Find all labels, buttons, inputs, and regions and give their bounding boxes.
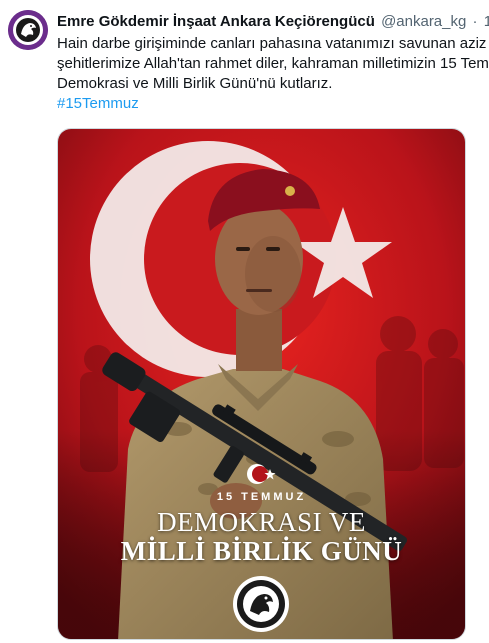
tweet[interactable]: Emre Gökdemir İnşaat Ankara Keçiörengücü… <box>0 0 489 643</box>
poster-title-line2: MİLLİ BİRLİK GÜNÜ <box>120 536 403 566</box>
tweet-media-image[interactable]: 15 TEMMUZ DEMOKRASI VE MİLLİ BİRLİK GÜNÜ <box>57 128 466 640</box>
poster-date: 15 TEMMUZ <box>216 491 307 503</box>
poster-club-logo <box>232 575 290 633</box>
club-logo-icon <box>233 576 289 632</box>
club-logo-icon <box>8 10 48 50</box>
poster-title-line1: DEMOKRASI VE <box>157 507 366 537</box>
hashtag-link[interactable]: #15Temmuz <box>57 94 489 114</box>
tweet-text-line: Demokrasi ve Milli Birlik Günü'nü kutlar… <box>57 75 333 92</box>
tweet-content: Emre Gökdemir İnşaat Ankara Keçiörengücü… <box>57 12 489 114</box>
separator-dot: · <box>472 13 478 30</box>
tweet-text-line: Hain darbe girişiminde canları pahasına … <box>57 35 487 52</box>
timestamp[interactable]: 12s <box>484 13 489 30</box>
avatar[interactable] <box>8 10 48 50</box>
tweet-header: Emre Gökdemir İnşaat Ankara Keçiörengücü… <box>57 12 489 32</box>
tweet-text: Hain darbe girişiminde canları pahasına … <box>57 34 489 94</box>
user-handle[interactable]: @ankara_kg <box>381 13 466 30</box>
tweet-text-line: şehitlerimize Allah'tan rahmet diler, ka… <box>57 55 489 72</box>
display-name[interactable]: Emre Gökdemir İnşaat Ankara Keçiörengücü <box>57 13 375 30</box>
